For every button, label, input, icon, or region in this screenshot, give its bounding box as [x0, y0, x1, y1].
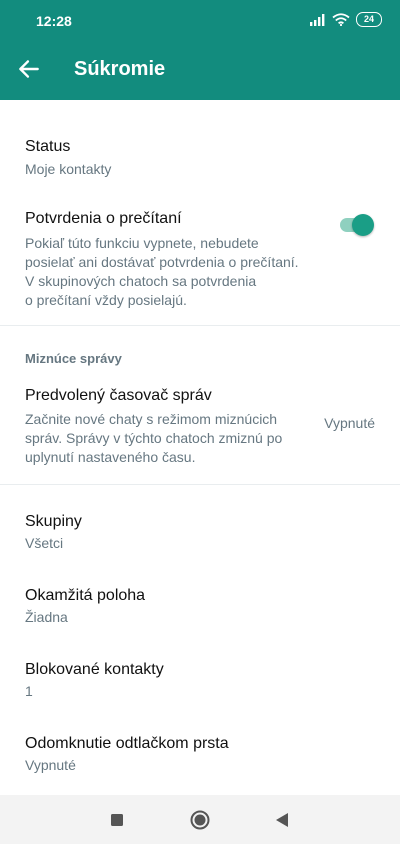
toolbar: Súkromie — [0, 44, 400, 96]
back-triangle-icon[interactable] — [271, 809, 293, 831]
app-bar: 12:28 24 Súkromie — [0, 0, 400, 100]
section-header: Miznúce správy — [25, 351, 122, 366]
setting-description-line: posielať ani dostávať potvrdenia o prečí… — [25, 254, 299, 270]
setting-value: 1 — [25, 683, 33, 699]
setting-description-line: Pokiaľ túto funkciu vypnete, nebudete — [25, 235, 259, 251]
setting-description-line: uplynutí nastaveného času. — [25, 449, 196, 465]
fingerprint-lock-setting[interactable]: Odomknutie odtlačkom prsta Vypnuté — [0, 722, 400, 786]
blocked-contacts-setting[interactable]: Blokované kontakty 1 — [0, 648, 400, 712]
timer-value: Vypnuté — [324, 415, 375, 431]
setting-value: Moje kontakty — [25, 161, 112, 177]
setting-description-line: správ. Správy v týchto chatoch zmiznú po — [25, 430, 283, 446]
setting-label: Odomknutie odtlačkom prsta — [25, 735, 229, 752]
live-location-setting[interactable]: Okamžitá poloha Žiadna — [0, 574, 400, 638]
default-timer-setting[interactable]: Predvolený časovač správ Začnite nové ch… — [0, 380, 400, 470]
status-setting[interactable]: Status Moje kontakty — [0, 124, 400, 194]
setting-description-line: Začnite nové chaty s režimom miznúcich — [25, 411, 278, 427]
setting-label: Potvrdenia o prečítaní — [25, 210, 182, 227]
setting-description-line: o prečítaní vždy posielajú. — [25, 292, 187, 308]
read-receipts-setting[interactable]: Potvrdenia o prečítaní Pokiaľ túto funkc… — [0, 200, 400, 320]
status-bar: 12:28 24 — [0, 0, 400, 40]
setting-label: Skupiny — [25, 513, 82, 530]
setting-value: Vypnuté — [25, 757, 76, 773]
battery-icon: 24 — [356, 12, 382, 27]
setting-value: Všetci — [25, 535, 64, 551]
arrow-back-icon[interactable] — [16, 56, 42, 82]
divider — [0, 325, 400, 326]
groups-setting[interactable]: Skupiny Všetci — [0, 500, 400, 564]
divider — [0, 484, 400, 485]
setting-value: Žiadna — [25, 609, 68, 625]
page-title: Súkromie — [74, 58, 166, 80]
home-circle-icon[interactable] — [189, 809, 211, 831]
setting-label: Okamžitá poloha — [25, 587, 146, 604]
read-receipts-toggle[interactable] — [338, 214, 374, 236]
setting-label: Blokované kontakty — [25, 661, 164, 678]
clock: 12:28 — [36, 13, 72, 29]
setting-label: Status — [25, 138, 71, 155]
setting-label: Predvolený časovač správ — [25, 387, 212, 404]
wifi-icon — [332, 13, 350, 26]
status-icons: 24 — [310, 12, 382, 27]
signal-icon — [310, 13, 325, 26]
setting-description-line: V skupinových chatoch sa potvrdenia — [25, 273, 257, 289]
recents-square-icon[interactable] — [106, 809, 128, 831]
system-nav-bar — [0, 795, 400, 844]
toggle-knob — [352, 214, 374, 236]
